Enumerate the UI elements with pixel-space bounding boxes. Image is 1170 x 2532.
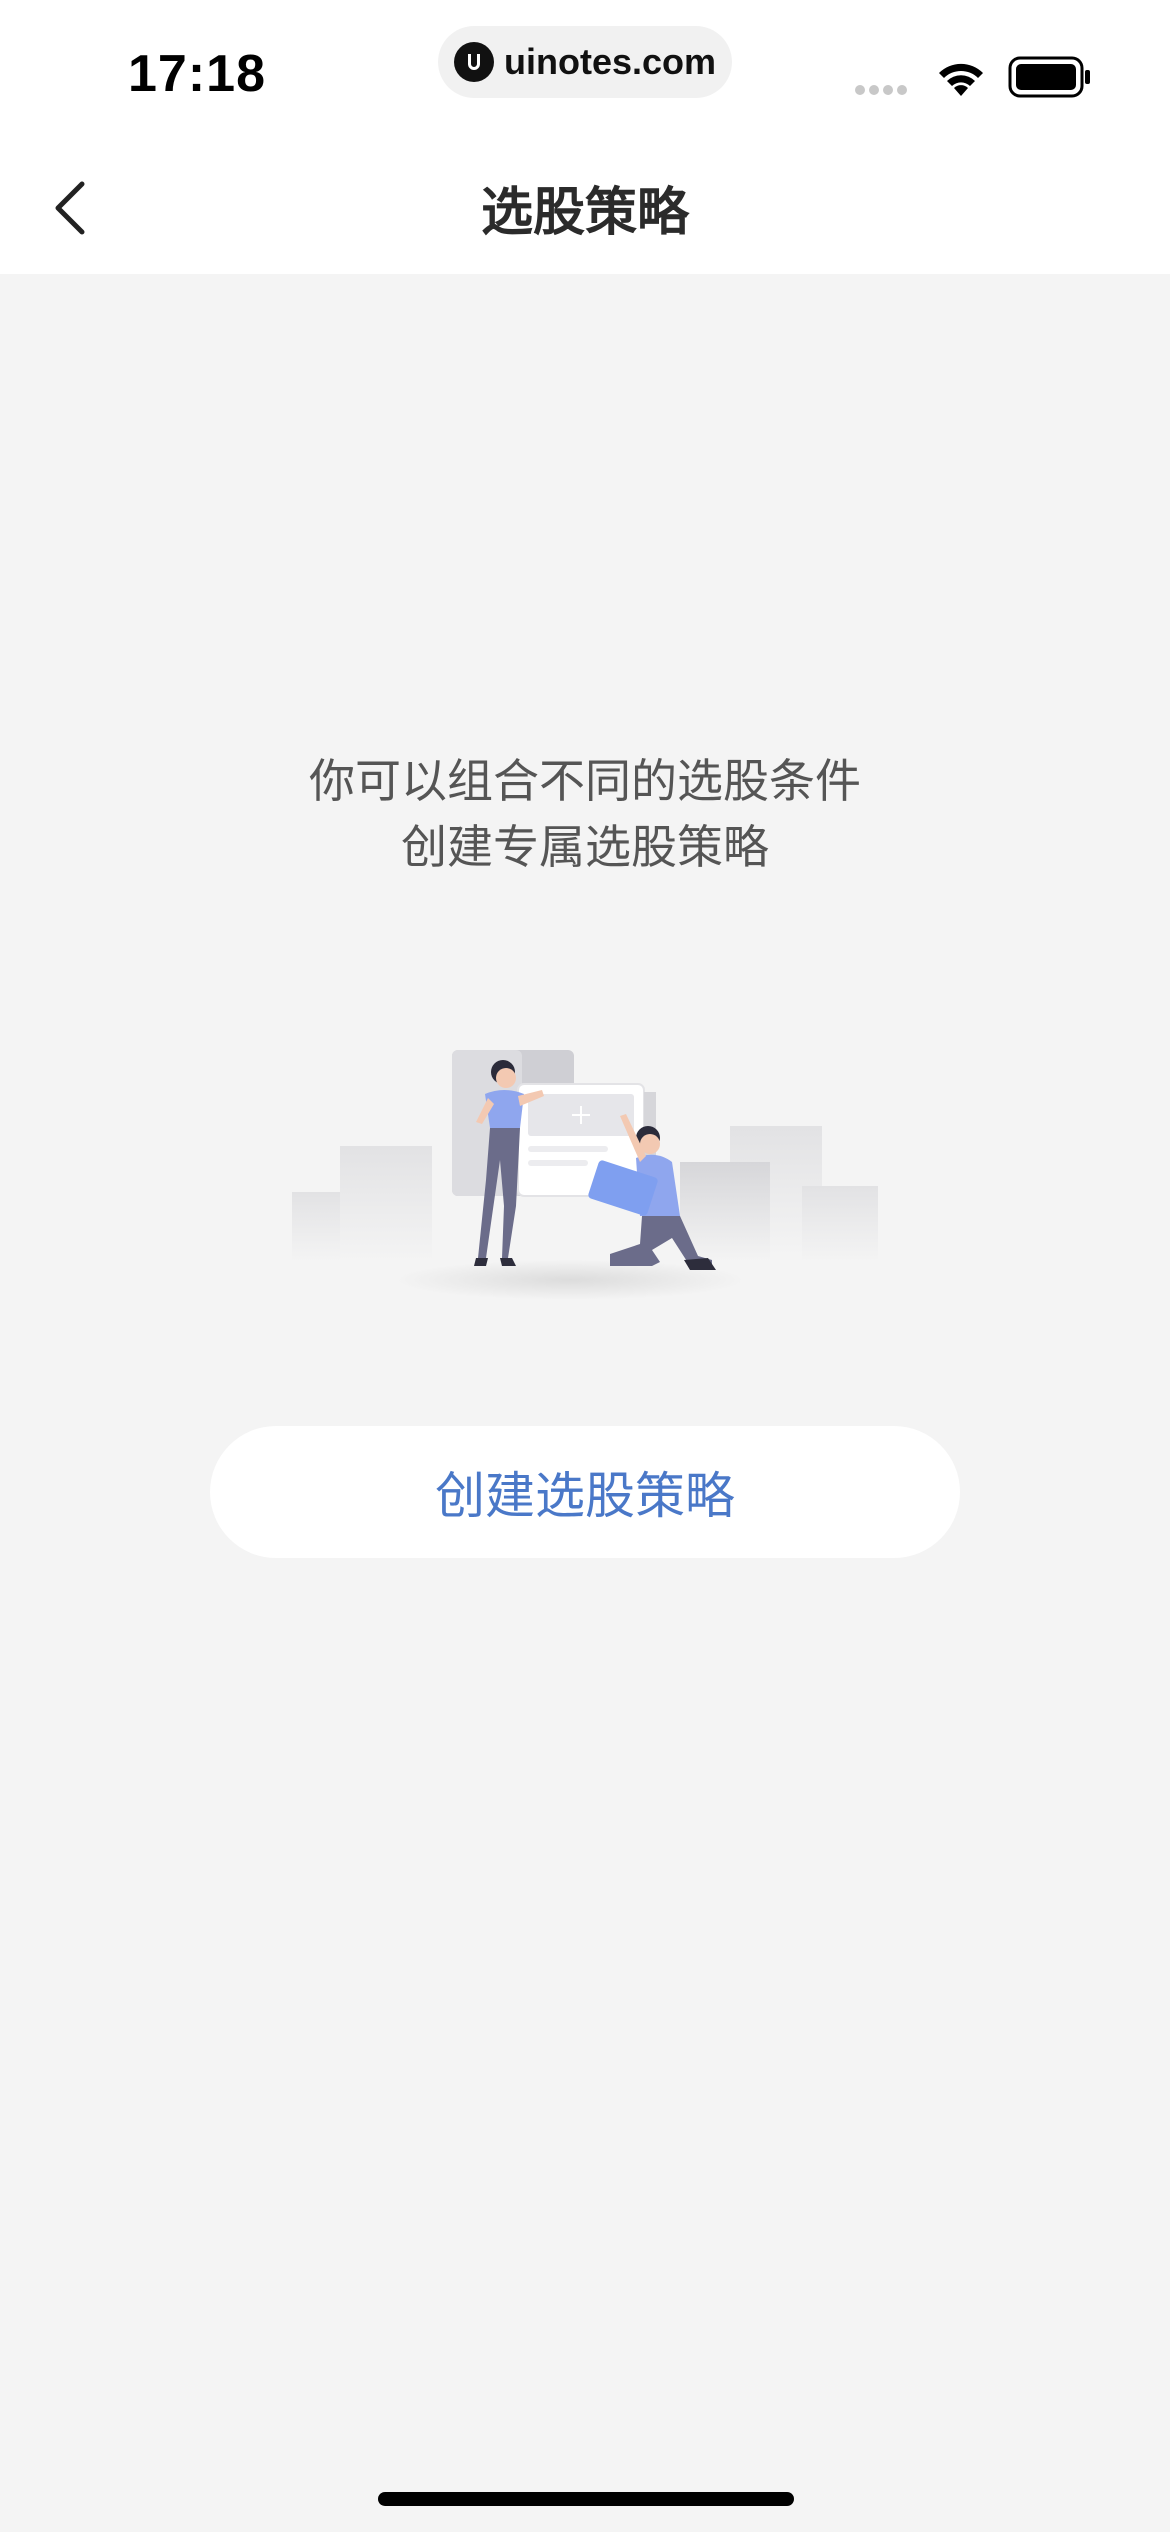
signal-icon — [855, 85, 907, 95]
battery-icon — [1008, 56, 1090, 98]
wifi-icon — [939, 63, 983, 96]
people-building-strategy-illustration — [292, 1050, 878, 1300]
nav-bar: 选股策略 — [0, 140, 1170, 274]
screen: 17:18 uinotes.com 选股策略 你可以组合不同的选股条件 创建专属… — [0, 0, 1170, 2532]
site-logo-icon — [454, 42, 494, 82]
empty-state-message: 你可以组合不同的选股条件 创建专属选股策略 — [0, 748, 1170, 880]
empty-state-line-1: 你可以组合不同的选股条件 — [309, 754, 861, 808]
empty-state-line-2: 创建专属选股策略 — [401, 820, 769, 874]
url-text: uinotes.com — [504, 41, 717, 82]
status-bar: 17:18 uinotes.com — [0, 0, 1170, 140]
home-indicator[interactable] — [378, 2492, 794, 2506]
url-pill[interactable]: uinotes.com — [438, 26, 732, 98]
create-strategy-button[interactable]: 创建选股策略 — [210, 1426, 960, 1558]
page-title: 选股策略 — [480, 183, 689, 243]
status-time: 17:18 — [128, 45, 266, 103]
